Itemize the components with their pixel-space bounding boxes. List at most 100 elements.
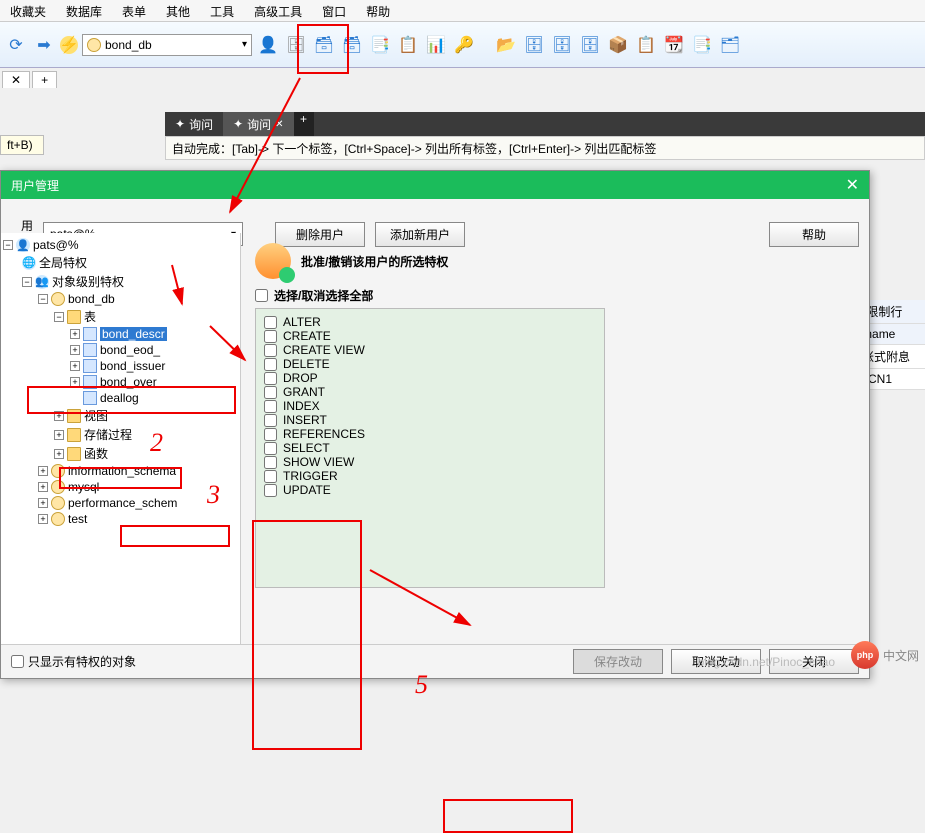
tool-icon-13[interactable]: 📋 [634, 33, 658, 57]
table-icon [83, 327, 97, 341]
db-icon [51, 480, 65, 494]
menu-tools[interactable]: 工具 [200, 0, 244, 21]
tree-table[interactable]: deallog [100, 391, 139, 405]
tool-icon-6[interactable]: 📊 [424, 33, 448, 57]
tree-db[interactable]: bond_db [68, 292, 115, 306]
expander-icon[interactable]: − [38, 294, 48, 304]
expander-icon[interactable]: + [70, 329, 80, 339]
tree-table[interactable]: bond_issuer [100, 359, 165, 373]
query-tab-1[interactable]: ✦询问 [165, 112, 223, 136]
tool-icon-4[interactable]: 📑 [368, 33, 392, 57]
tool-icon-2[interactable]: 🗃 [312, 33, 336, 57]
tree-schema[interactable]: test [68, 512, 87, 526]
grant-item[interactable]: ALTER [264, 315, 596, 329]
expander-icon[interactable]: − [54, 312, 64, 322]
grant-item[interactable]: REFERENCES [264, 427, 596, 441]
tool-icon-14[interactable]: 📆 [662, 33, 686, 57]
tool-icon-9[interactable]: 🗄 [522, 33, 546, 57]
menu-form[interactable]: 表单 [112, 0, 156, 21]
annotation-box-save [443, 799, 573, 833]
db-name: bond_db [105, 38, 152, 52]
tree-schema[interactable]: information_schema [68, 464, 176, 478]
menu-help[interactable]: 帮助 [356, 0, 400, 21]
watermark-text: 中文网 [883, 647, 919, 664]
sub-tab-close[interactable]: ✕ [2, 71, 30, 88]
expander-icon[interactable]: + [38, 482, 48, 492]
tree-views[interactable]: 视图 [84, 407, 108, 424]
db-select[interactable]: bond_db [82, 34, 252, 56]
select-all[interactable]: 选择/取消选择全部 [255, 287, 855, 304]
tree-funcs[interactable]: 函数 [84, 445, 108, 462]
tree-global-priv[interactable]: 全局特权 [39, 254, 87, 271]
expander-icon[interactable]: + [54, 430, 64, 440]
object-tree[interactable]: −👤pats@% 🌐全局特权 −👥对象级别特权 −bond_db −表 +bon… [1, 233, 241, 644]
menu-window[interactable]: 窗口 [312, 0, 356, 21]
expander-icon[interactable]: + [70, 377, 80, 387]
expander-icon[interactable]: − [3, 240, 13, 250]
php-logo-icon: php [851, 641, 879, 669]
user-icon: 👤 [16, 238, 30, 252]
menu-advtools[interactable]: 高级工具 [244, 0, 312, 21]
tree-root[interactable]: pats@% [33, 238, 79, 252]
dialog-titlebar: 用户管理 ✕ [1, 171, 869, 199]
tree-object-priv[interactable]: 对象级别特权 [52, 273, 124, 290]
expander-icon[interactable]: + [54, 411, 64, 421]
expander-icon[interactable]: + [38, 514, 48, 524]
tree-table[interactable]: bond_over [100, 375, 157, 389]
folder-icon [67, 447, 81, 461]
menu-bar: 收藏夹 数据库 表单 其他 工具 高级工具 窗口 帮助 [0, 0, 925, 22]
menu-database[interactable]: 数据库 [56, 0, 112, 21]
toolbar: ⟳ ➡ ⚡ bond_db 👤 🗄 🗃 🗃 📑 📋 📊 🔑 📂 🗄 🗄 🗄 📦 … [0, 22, 925, 68]
tree-table[interactable]: bond_descr [100, 327, 167, 341]
grant-item[interactable]: SELECT [264, 441, 596, 455]
grant-item[interactable]: GRANT [264, 385, 596, 399]
close-icon[interactable]: ✕ [846, 175, 859, 195]
tool-icon-11[interactable]: 🗄 [578, 33, 602, 57]
grant-item[interactable]: SHOW VIEW [264, 455, 596, 469]
save-button[interactable]: 保存改动 [573, 649, 663, 674]
grant-item[interactable]: DELETE [264, 357, 596, 371]
tool-icon-16[interactable]: 🗂 [718, 33, 742, 57]
new-conn-icon[interactable]: ⚡ [60, 36, 78, 54]
grant-item[interactable]: UPDATE [264, 483, 596, 497]
expander-icon[interactable]: + [38, 498, 48, 508]
query-tab-add[interactable]: + [294, 112, 314, 136]
grant-item[interactable]: CREATE [264, 329, 596, 343]
next-icon[interactable]: ➡ [32, 33, 56, 57]
menu-favorites[interactable]: 收藏夹 [0, 0, 56, 21]
tree-schema[interactable]: mysql [68, 480, 99, 494]
globe-icon: 🌐 [22, 256, 36, 270]
close-icon[interactable]: ✕ [275, 119, 283, 130]
expander-icon[interactable]: + [70, 345, 80, 355]
only-priv-checkbox[interactable]: 只显示有特权的对象 [11, 653, 136, 670]
tool-icon-1[interactable]: 🗄 [284, 33, 308, 57]
tree-schema[interactable]: performance_schem [68, 496, 177, 510]
tool-icon-10[interactable]: 🗄 [550, 33, 574, 57]
tree-table[interactable]: bond_eod_ [100, 343, 160, 357]
grant-item[interactable]: INDEX [264, 399, 596, 413]
tool-icon-7[interactable]: 🔑 [452, 33, 476, 57]
tool-icon-5[interactable]: 📋 [396, 33, 420, 57]
tree-procs[interactable]: 存储过程 [84, 426, 132, 443]
grant-item[interactable]: INSERT [264, 413, 596, 427]
refresh-icon[interactable]: ⟳ [4, 33, 28, 57]
expander-icon[interactable]: + [54, 449, 64, 459]
sub-tabs: ✕ + [0, 68, 925, 90]
sub-tab-add[interactable]: + [32, 71, 57, 88]
tool-icon-3[interactable]: 🗃 [340, 33, 364, 57]
grant-item[interactable]: DROP [264, 371, 596, 385]
folder-icon [67, 409, 81, 423]
tool-icon-8[interactable]: 📂 [494, 33, 518, 57]
grant-item[interactable]: CREATE VIEW [264, 343, 596, 357]
expander-icon[interactable]: − [22, 277, 32, 287]
expander-icon[interactable]: + [70, 361, 80, 371]
tree-tables[interactable]: 表 [84, 308, 96, 325]
tool-icon-12[interactable]: 📦 [606, 33, 630, 57]
expander-icon[interactable]: + [38, 466, 48, 476]
query-tab-2[interactable]: ✦询问✕ [223, 112, 293, 136]
menu-other[interactable]: 其他 [156, 0, 200, 21]
tool-icon-15[interactable]: 📑 [690, 33, 714, 57]
user-mgmt-icon[interactable]: 👤 [256, 33, 280, 57]
grant-item[interactable]: TRIGGER [264, 469, 596, 483]
table-icon [83, 343, 97, 357]
